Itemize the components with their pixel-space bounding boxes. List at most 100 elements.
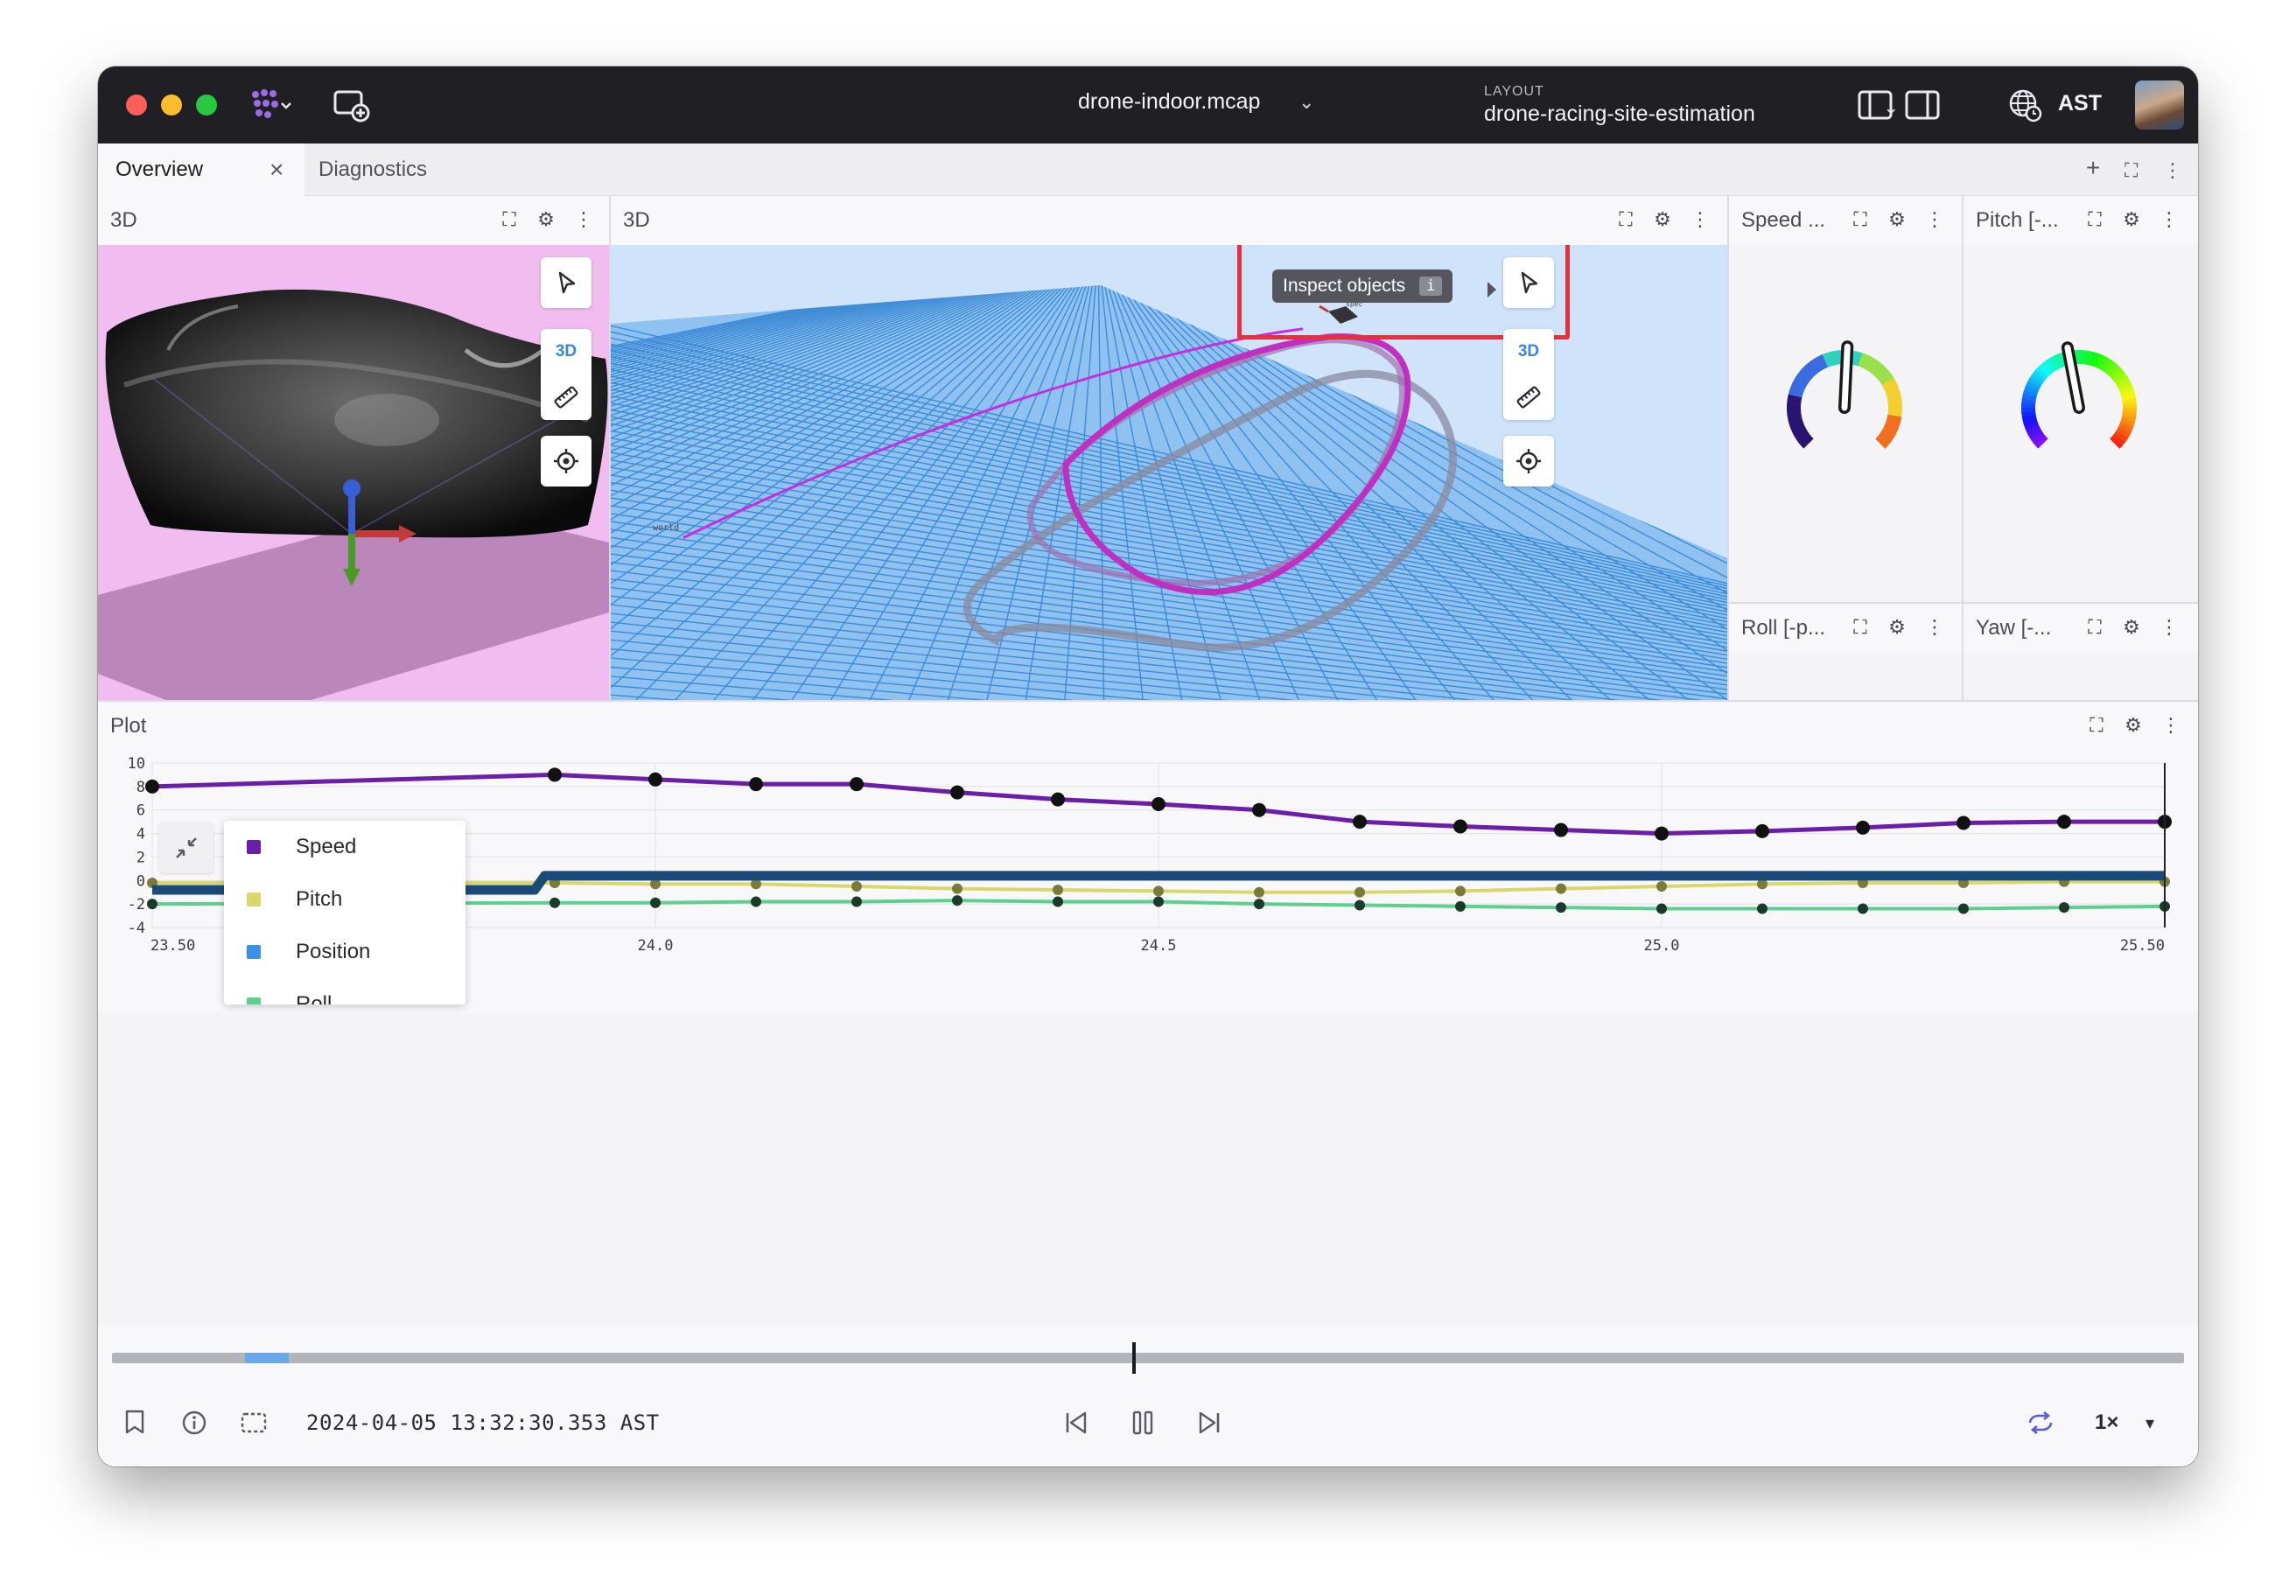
bookmark-icon: [125, 1410, 144, 1434]
file-name[interactable]: drone-indoor.mcap: [1078, 89, 1260, 115]
plot-area[interactable]: 10 8 6 4 2 0 -2 -4 23.50 24.0 24.5 25.0 25.50 Speed …: [98, 751, 2198, 1013]
panel-header: Yaw [-... ⛶ ⚙ ⋮: [1964, 604, 2198, 653]
timeline-scrubber[interactable]: [112, 1353, 2184, 1363]
y-tick-label: 0: [136, 872, 145, 890]
fullscreen-icon[interactable]: ⛶: [2086, 208, 2104, 231]
timezone-button[interactable]: [2006, 86, 2044, 124]
crosshair-icon: [1516, 449, 1541, 473]
view-tools-group: 3D: [541, 329, 592, 420]
app-logo-icon: [252, 89, 291, 118]
collapse-arrows-icon: [176, 837, 197, 858]
zoom-window-button[interactable]: [196, 94, 217, 116]
playback-speed[interactable]: 1×: [2095, 1410, 2118, 1435]
legend-label: Speed: [296, 835, 357, 858]
fullscreen-icon[interactable]: ⛶: [2088, 714, 2105, 737]
toggle-right-sidebar-button[interactable]: [1900, 86, 1944, 124]
data-point: [751, 896, 761, 907]
fullscreen-icon[interactable]: ⛶: [1852, 208, 1869, 231]
collapse-legend-button[interactable]: [159, 822, 214, 873]
camera-viewport[interactable]: 3D: [98, 245, 609, 701]
tab-overview[interactable]: Overview ×: [98, 144, 304, 196]
bookmark-button[interactable]: [117, 1405, 152, 1440]
pause-button[interactable]: [1125, 1405, 1160, 1440]
user-avatar[interactable]: [2135, 80, 2184, 130]
time-range-button[interactable]: [236, 1405, 271, 1440]
tooltip-shortcut: i: [1419, 276, 1443, 296]
legend-item-speed[interactable]: Speed: [247, 830, 356, 864]
toggle-3d-button[interactable]: 3D: [1503, 329, 1554, 374]
legend-item-position[interactable]: Position: [247, 934, 370, 970]
app-menu-button[interactable]: [234, 86, 308, 124]
loop-button[interactable]: [2023, 1405, 2058, 1440]
seek-backward-button[interactable]: [1059, 1405, 1094, 1440]
more-options-icon[interactable]: ⋮: [1925, 616, 1944, 639]
select-tool-button[interactable]: [541, 257, 592, 308]
more-options-icon[interactable]: ⋮: [2163, 159, 2182, 182]
settings-gear-icon[interactable]: ⚙: [2124, 714, 2142, 737]
layout-name[interactable]: drone-racing-site-estimation: [1484, 102, 1755, 127]
measure-tool-button[interactable]: [1503, 374, 1554, 420]
fullscreen-icon[interactable]: ⛶: [2086, 616, 2104, 639]
pitch-gauge: [2021, 341, 2137, 449]
toggle-left-sidebar-button[interactable]: [1853, 86, 1897, 124]
legend-item-roll[interactable]: Roll: [247, 987, 332, 1004]
close-window-button[interactable]: [126, 94, 147, 116]
file-chevron-down-icon[interactable]: ⌄: [1298, 91, 1314, 114]
fullscreen-icon[interactable]: ⛶: [500, 208, 518, 231]
settings-gear-icon[interactable]: ⚙: [537, 208, 555, 231]
panel-divider[interactable]: [609, 196, 611, 701]
fullscreen-icon[interactable]: ⛶: [1617, 208, 1634, 231]
settings-gear-icon[interactable]: ⚙: [2123, 616, 2140, 639]
y-tick-label: 4: [136, 826, 145, 844]
settings-gear-icon[interactable]: ⚙: [1654, 208, 1671, 231]
settings-gear-icon[interactable]: ⚙: [1888, 616, 1906, 639]
data-point: [650, 897, 661, 908]
panel-divider[interactable]: [1729, 602, 2198, 604]
data-point: [1152, 797, 1166, 811]
more-options-icon[interactable]: ⋮: [2160, 616, 2179, 639]
data-point: [1956, 816, 1970, 830]
scene-viewport[interactable]: world spec Inspect objects i 3D: [611, 245, 1727, 701]
data-point: [851, 881, 862, 892]
new-window-button[interactable]: [331, 86, 373, 124]
legend-item-pitch[interactable]: Pitch: [247, 882, 342, 917]
more-options-icon[interactable]: ⋮: [574, 208, 593, 231]
timezone-label[interactable]: AST: [2058, 91, 2102, 116]
panel-divider[interactable]: [1962, 196, 1964, 701]
more-options-icon[interactable]: ⋮: [2161, 714, 2180, 737]
tab-diagnostics[interactable]: Diagnostics: [308, 144, 448, 196]
seek-forward-button[interactable]: [1192, 1405, 1227, 1440]
speed-chevron-down-icon[interactable]: ▾: [2146, 1412, 2154, 1434]
timeline-playhead[interactable]: [1132, 1342, 1136, 1374]
scene-3d-panel: 3D ⛶ ⚙ ⋮ world spec Inspect objects i 3D: [611, 196, 1727, 701]
inspect-objects-button[interactable]: [1503, 257, 1554, 308]
x-tick-label: 24.5: [1141, 937, 1177, 955]
add-panel-icon[interactable]: +: [2086, 154, 2100, 182]
camera-3d-panel: 3D ⛶ ⚙ ⋮ 3D: [98, 196, 609, 701]
more-options-icon[interactable]: ⋮: [1925, 208, 1944, 231]
panel-divider[interactable]: [1727, 196, 1729, 701]
x-tick-label: 23.50: [150, 937, 195, 955]
panel-title: 3D: [623, 208, 650, 232]
legend-swatch: [247, 945, 261, 959]
playback-timestamp[interactable]: 2024-04-05 13:32:30.353 AST: [306, 1410, 660, 1435]
fullscreen-icon[interactable]: ⛶: [2124, 159, 2138, 182]
minimize-window-button[interactable]: [161, 94, 182, 116]
layout-tab-bar: Overview × Diagnostics + ⛶ ⋮: [98, 144, 2198, 196]
toggle-3d-button[interactable]: 3D: [541, 329, 592, 374]
close-tab-icon[interactable]: ×: [270, 156, 284, 184]
recenter-button[interactable]: [541, 436, 592, 486]
more-options-icon[interactable]: ⋮: [2160, 208, 2179, 231]
settings-gear-icon[interactable]: ⚙: [2123, 208, 2140, 231]
data-point: [1757, 903, 1768, 914]
fullscreen-icon[interactable]: ⛶: [1852, 616, 1869, 639]
settings-gear-icon[interactable]: ⚙: [1888, 208, 1906, 231]
more-options-icon[interactable]: ⋮: [1690, 208, 1710, 231]
legend-swatch: [247, 998, 261, 1004]
data-point: [648, 772, 662, 787]
gauge-needle: [1841, 343, 1851, 411]
measure-tool-button[interactable]: [541, 374, 592, 420]
data-point: [2057, 815, 2071, 830]
recenter-button[interactable]: [1503, 436, 1554, 486]
info-button[interactable]: [177, 1405, 212, 1440]
